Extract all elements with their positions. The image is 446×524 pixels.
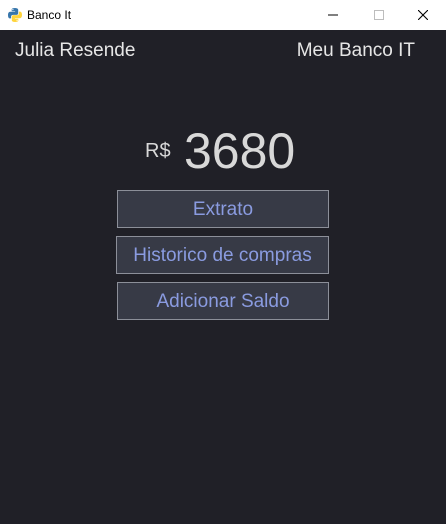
minimize-button[interactable]: [310, 0, 356, 30]
adicionar-saldo-button[interactable]: Adicionar Saldo: [117, 282, 329, 320]
bank-name-label: Meu Banco IT: [296, 40, 415, 61]
maximize-button[interactable]: [356, 0, 402, 30]
user-name-label: Julia Resende: [15, 40, 136, 61]
app-window: Banco It Julia Resende Meu Banco IT R$ 3…: [0, 0, 446, 524]
historico-compras-button[interactable]: Historico de compras: [116, 236, 329, 274]
close-button[interactable]: [400, 0, 446, 30]
balance-amount: 3680: [184, 123, 296, 179]
title-bar[interactable]: Banco It: [0, 0, 446, 30]
minimize-icon: [328, 14, 338, 16]
window-title: Banco It: [27, 8, 72, 22]
close-icon: [418, 10, 428, 20]
main-content: Julia Resende Meu Banco IT R$ 3680 Extra…: [0, 30, 446, 524]
extrato-button[interactable]: Extrato: [117, 190, 329, 228]
currency-symbol: R$: [145, 140, 171, 162]
maximize-icon: [374, 10, 384, 20]
python-icon: [7, 7, 23, 23]
